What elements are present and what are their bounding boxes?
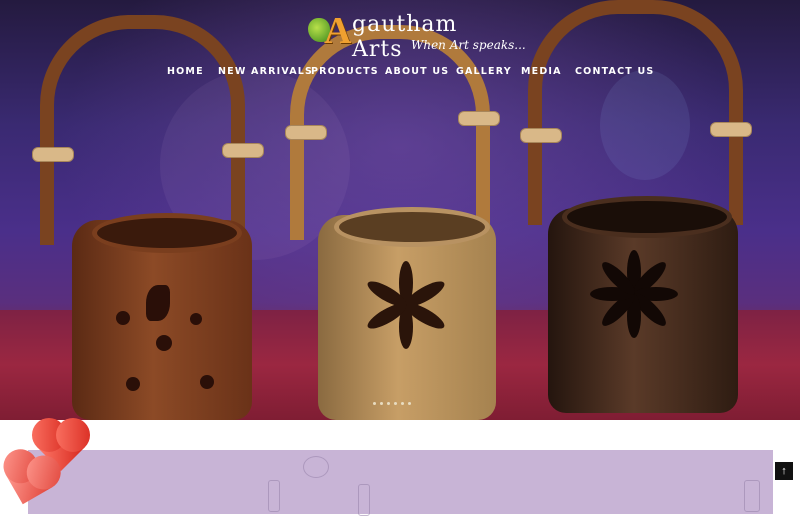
nav-products[interactable]: PRODUCTS (311, 66, 379, 77)
slider-dot[interactable] (387, 402, 390, 405)
lantern-right (520, 0, 770, 420)
cutout (146, 285, 170, 321)
cutout (200, 375, 214, 389)
nav-home[interactable]: HOME (167, 66, 204, 77)
lantern-center (280, 25, 520, 420)
logo-letter: A (324, 10, 352, 52)
slider-dot[interactable] (408, 402, 411, 405)
lantern-handle (528, 0, 743, 225)
nav-new-arrivals[interactable]: NEW ARRIVALS (218, 66, 313, 77)
nav-about-us[interactable]: ABOUT US (385, 66, 449, 77)
nav-media[interactable]: MEDIA (521, 66, 562, 77)
lantern-mouth (562, 196, 732, 238)
flame-sketch (303, 456, 329, 478)
handle-tie (285, 125, 327, 140)
logo-name: gautham Arts (352, 12, 458, 62)
slider-pagination (373, 392, 415, 405)
candle-banner (28, 450, 773, 516)
cutout (190, 313, 202, 325)
candle-sketch (358, 484, 370, 516)
cutout (116, 311, 130, 325)
candle-sketch (268, 480, 280, 512)
main-nav: HOME NEW ARRIVALS PRODUCTS ABOUT US GALL… (0, 66, 800, 80)
lantern-mouth (334, 207, 490, 247)
lantern-handle (40, 15, 245, 245)
handle-tie (520, 128, 562, 143)
slider-dot[interactable] (394, 402, 397, 405)
slider-dot[interactable] (380, 402, 383, 405)
nav-contact-us[interactable]: CONTACT US (575, 66, 654, 77)
back-to-top-button[interactable]: ↑ (775, 462, 793, 480)
logo-tagline: When Art speaks... (411, 38, 526, 52)
handle-tie (710, 122, 752, 137)
slider-dot[interactable] (401, 402, 404, 405)
content-section (0, 420, 800, 516)
cutout (156, 335, 172, 351)
hero-slider: A gautham Arts When Art speaks... HOME N… (0, 0, 800, 420)
handle-tie (222, 143, 264, 158)
flower-cutout (364, 261, 448, 391)
nav-gallery[interactable]: GALLERY (456, 66, 512, 77)
candle-sketch (744, 480, 760, 512)
lantern-mouth (92, 213, 242, 253)
flower-cutout (590, 250, 678, 380)
handle-tie (458, 111, 500, 126)
cutout (126, 377, 140, 391)
handle-tie (32, 147, 74, 162)
slider-dot[interactable] (373, 402, 376, 405)
site-logo[interactable]: A gautham Arts When Art speaks... (308, 8, 526, 62)
